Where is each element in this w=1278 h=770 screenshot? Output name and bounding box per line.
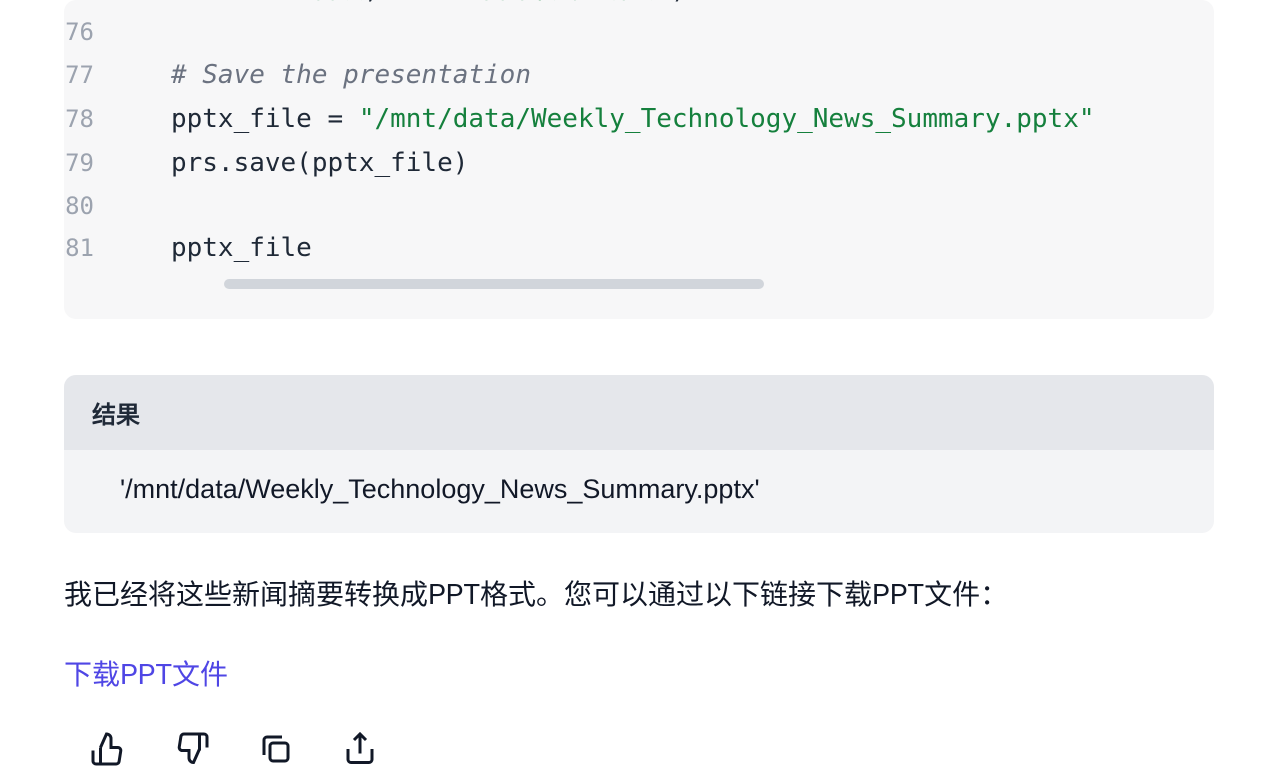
code-line: 76 bbox=[64, 12, 1194, 53]
share-button[interactable] bbox=[340, 729, 380, 769]
copy-button[interactable] bbox=[256, 729, 296, 769]
code-text: prs.save(pptx_file) bbox=[124, 141, 468, 185]
result-content: '/mnt/data/Weekly_Technology_News_Summar… bbox=[64, 450, 1214, 533]
thumbs-up-button[interactable] bbox=[88, 729, 128, 769]
result-block: 结果 '/mnt/data/Weekly_Technology_News_Sum… bbox=[64, 375, 1214, 533]
line-number: 81 bbox=[64, 228, 124, 269]
share-icon bbox=[342, 731, 378, 767]
action-toolbar bbox=[88, 729, 1214, 769]
line-number: 77 bbox=[64, 55, 124, 96]
horizontal-scrollbar[interactable] bbox=[224, 279, 764, 289]
line-number: 76 bbox=[64, 12, 124, 53]
download-link[interactable]: 下载PPT文件 bbox=[64, 653, 1214, 693]
code-text: 科技, 2024中国年度演讲会 ) bbox=[124, 0, 687, 12]
code-line: 80 bbox=[64, 186, 1194, 227]
code-line: 75 科技, 2024中国年度演讲会 ) bbox=[64, 0, 1194, 12]
line-number: 79 bbox=[64, 143, 124, 184]
code-line: 77 # Save the presentation bbox=[64, 53, 1194, 97]
result-header: 结果 bbox=[64, 375, 1214, 450]
code-block: 75 科技, 2024中国年度演讲会 ) 76 77 # Save the pr… bbox=[64, 0, 1214, 319]
thumbs-down-button[interactable] bbox=[172, 729, 212, 769]
line-number: 75 bbox=[64, 0, 124, 11]
thumbs-up-icon bbox=[90, 731, 126, 767]
code-content: 75 科技, 2024中国年度演讲会 ) 76 77 # Save the pr… bbox=[64, 0, 1214, 289]
assistant-message: 我已经将这些新闻摘要转换成PPT格式。您可以通过以下链接下载PPT文件： bbox=[64, 573, 1214, 618]
thumbs-down-icon bbox=[174, 731, 210, 767]
code-text: pptx_file = "/mnt/data/Weekly_Technology… bbox=[124, 97, 1095, 141]
copy-icon bbox=[258, 731, 294, 767]
code-line: 81 pptx_file bbox=[64, 226, 1194, 270]
code-line: 78 pptx_file = "/mnt/data/Weekly_Technol… bbox=[64, 97, 1194, 141]
line-number: 78 bbox=[64, 99, 124, 140]
code-line: 79 prs.save(pptx_file) bbox=[64, 141, 1194, 185]
line-number: 80 bbox=[64, 186, 124, 227]
code-comment: # Save the presentation bbox=[124, 53, 531, 97]
code-text: pptx_file bbox=[124, 226, 312, 270]
